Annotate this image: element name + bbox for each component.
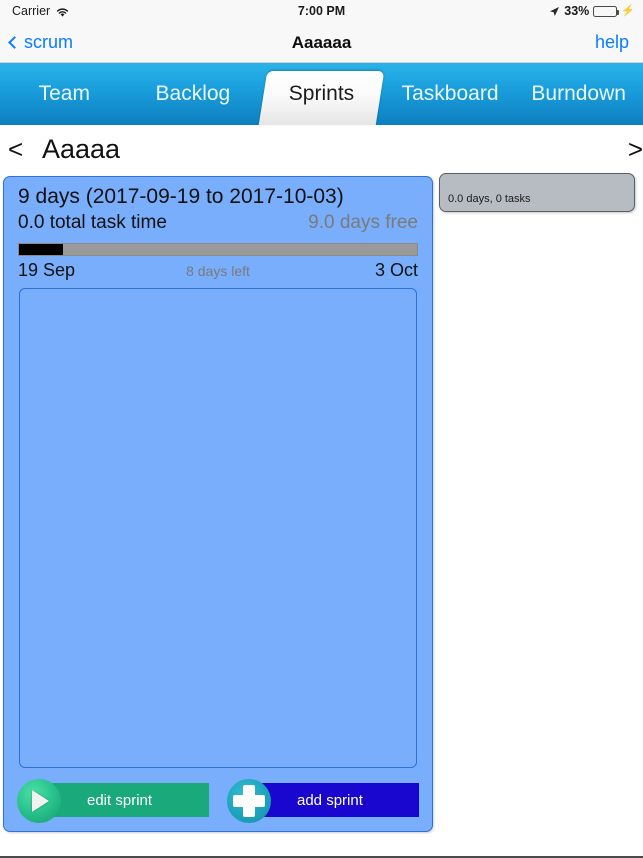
tab-backlog-label: Backlog — [155, 82, 231, 105]
sprint-progress-bar — [18, 243, 418, 256]
tab-team-label: Team — [38, 82, 90, 105]
play-icon — [17, 779, 61, 823]
sprint-action-bar: edit sprint add sprint — [17, 779, 419, 823]
page-title: Aaaaaa — [291, 32, 352, 52]
add-sprint-label: add sprint — [297, 791, 363, 809]
sprint-summary-label: 0.0 days, 0 tasks — [448, 193, 531, 205]
edit-sprint-button[interactable]: edit sprint — [17, 779, 209, 823]
tab-sprints-label: Sprints — [288, 82, 355, 105]
tab-bar: Team Backlog Sprints Taskboard Burndown — [0, 63, 643, 127]
tab-taskboard[interactable]: Taskboard — [386, 63, 515, 125]
plus-icon — [227, 779, 271, 823]
tab-burndown-label: Burndown — [531, 82, 626, 105]
add-sprint-button[interactable]: add sprint — [227, 779, 419, 823]
status-bar-time: 7:00 PM — [297, 4, 346, 18]
sprint-summary-panel[interactable]: 0.0 days, 0 tasks — [439, 173, 635, 212]
sprint-card-header: 9 days (2017-09-19 to 2017-10-03) 0.0 to… — [18, 185, 418, 282]
sprint-days-left: 8 days left — [186, 263, 250, 279]
sprint-navigation-row: < Aaaaa > — [0, 127, 643, 171]
edit-sprint-label: edit sprint — [87, 791, 153, 809]
status-bar-right: 33% ⚡ — [549, 4, 635, 18]
sprint-date-row: 19 Sep 8 days left 3 Oct — [18, 260, 418, 282]
tab-backlog[interactable]: Backlog — [129, 63, 258, 125]
tab-team[interactable]: Team — [0, 63, 129, 125]
sprint-card[interactable]: 9 days (2017-09-19 to 2017-10-03) 0.0 to… — [3, 176, 433, 832]
sprint-name-label: Aaaaa — [42, 133, 121, 164]
sprint-time-summary: 0.0 total task time 9.0 days free — [18, 212, 418, 234]
battery-percent-label: 33% — [564, 4, 590, 18]
sprint-end-date: 3 Oct — [374, 260, 418, 280]
total-task-time-label: 0.0 total task time — [18, 212, 167, 233]
status-bar: Carrier 7:00 PM 33% ⚡ — [0, 0, 643, 22]
location-arrow-icon — [549, 6, 560, 17]
days-free-label: 9.0 days free — [308, 212, 418, 233]
next-sprint-button[interactable]: > — [628, 127, 643, 171]
sprint-duration-label: 9 days (2017-09-19 to 2017-10-03) — [18, 185, 344, 208]
previous-sprint-button[interactable]: < — [8, 127, 23, 171]
sprint-task-list[interactable] — [19, 288, 417, 768]
battery-icon — [593, 5, 620, 17]
navigation-bar: scrum Aaaaaa help — [0, 22, 643, 63]
tab-taskboard-label: Taskboard — [401, 82, 499, 105]
tab-burndown[interactable]: Burndown — [514, 63, 643, 125]
sprint-progress-fill — [19, 244, 63, 255]
help-button[interactable]: help — [595, 22, 629, 63]
lightning-bolt-icon: ⚡ — [621, 4, 635, 17]
tab-sprints[interactable]: Sprints — [257, 63, 386, 125]
